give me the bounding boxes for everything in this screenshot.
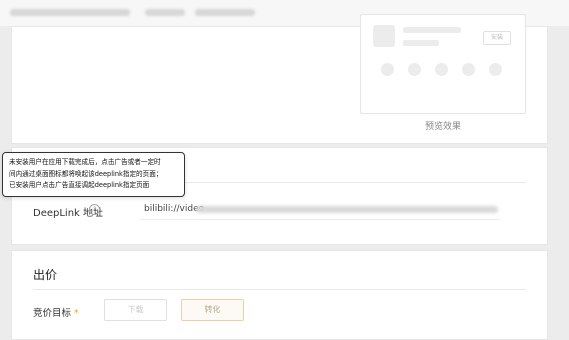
app-icon-placeholder (373, 25, 395, 47)
dot-placeholder (381, 63, 394, 76)
deeplink-value-blur (196, 206, 498, 213)
bid-target-text: 竞价目标 (33, 308, 72, 319)
deeplink-tooltip: 未安装用户在应用下载完成后，点击广告或者一定时 间内通过桌面图标都将唤起该dee… (2, 152, 185, 197)
required-mark: * (74, 308, 79, 319)
divider (33, 289, 526, 290)
header-blur (10, 9, 130, 16)
bid-section-title: 出价 (33, 268, 58, 282)
dot-placeholder (435, 63, 448, 76)
title-placeholder (403, 27, 461, 33)
bid-target-label: 竞价目标 * (33, 305, 79, 319)
dot-placeholder (462, 63, 475, 76)
tooltip-line: 未安装用户在应用下载完成后，点击广告或者一定时 (9, 158, 161, 166)
preview-caption: 预览效果 (424, 122, 461, 132)
tooltip-line: 已安装用户点击广告直接调起deeplink指定页面 (9, 181, 150, 189)
tooltip-line: 间内通过桌面图标都将唤起该deeplink指定的页面； (9, 169, 163, 178)
preview-box: 安装 (360, 14, 526, 114)
option-download-button[interactable]: 下载 (104, 299, 167, 321)
help-icon[interactable]: ? (89, 204, 100, 215)
preview-install-button: 安装 (483, 31, 511, 45)
bid-card (11, 250, 548, 340)
header-blur (145, 9, 185, 16)
option-conversion-button[interactable]: 转化 (181, 299, 244, 321)
dot-placeholder (489, 63, 502, 76)
divider (140, 219, 500, 220)
dot-placeholder (408, 63, 421, 76)
subtitle-placeholder (403, 40, 439, 46)
header-blur (195, 9, 255, 16)
